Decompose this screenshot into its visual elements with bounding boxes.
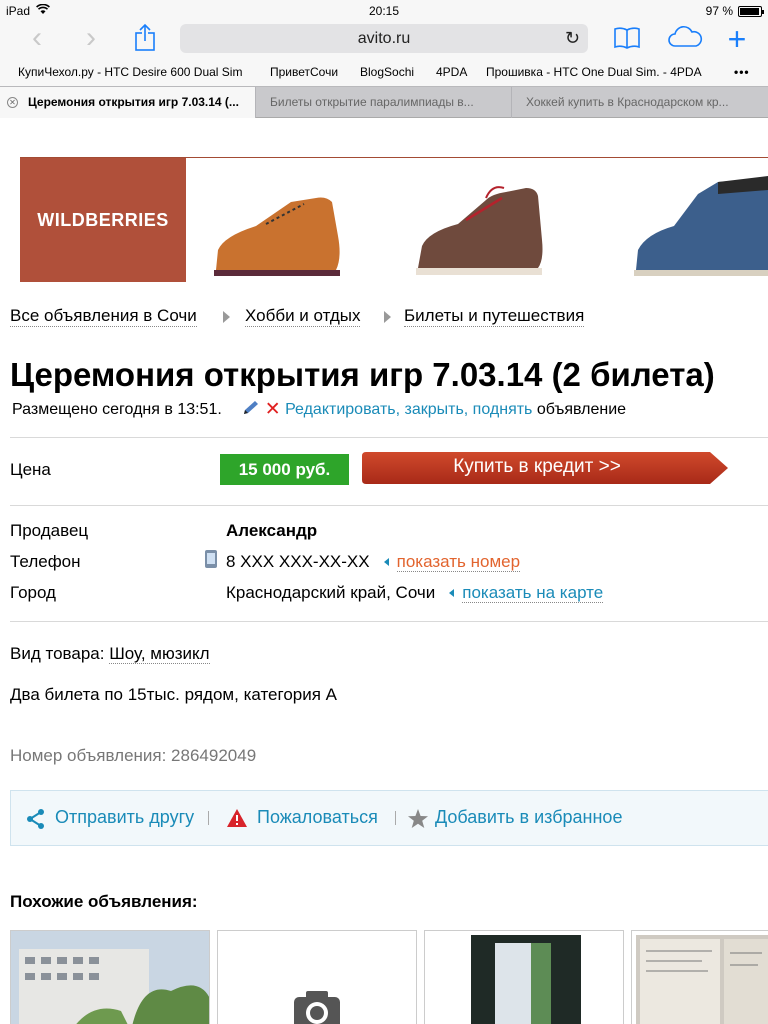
url-text: avito.ru bbox=[357, 30, 411, 47]
breadcrumb-hobby[interactable]: Хобби и отдых bbox=[245, 306, 361, 327]
icloud-tabs-icon[interactable] bbox=[666, 22, 704, 52]
breadcrumb-arrow-icon bbox=[223, 311, 230, 323]
phone-row: 8 XXX XXX-XX-XX показать номер bbox=[226, 552, 521, 572]
item-type-row: Вид товара: Шоу, мюзикл bbox=[10, 644, 210, 664]
bookmark-item[interactable]: ПриветСочи bbox=[270, 65, 338, 79]
add-to-favorites-link[interactable]: Добавить в избранное bbox=[435, 807, 622, 828]
pencil-icon bbox=[242, 400, 260, 421]
close-tab-icon[interactable]: ✕ bbox=[7, 97, 18, 108]
share-icon[interactable] bbox=[130, 22, 160, 52]
bookmark-item[interactable]: 4PDA bbox=[436, 65, 467, 79]
city-row: Краснодарский край, Сочи показать на карт… bbox=[226, 583, 604, 603]
status-time: 20:15 bbox=[368, 4, 400, 18]
buy-on-credit-button[interactable]: Купить в кредит >> bbox=[362, 452, 728, 484]
phone-number: 8 XXX XXX-XX-XX bbox=[226, 552, 370, 571]
close-icon: ✕ bbox=[264, 399, 281, 420]
posted-info: Размещено сегодня в 13:51. ✕ Редактирова… bbox=[12, 400, 626, 421]
seller-label: Продавец bbox=[10, 521, 89, 540]
triangle-left-icon bbox=[449, 588, 455, 597]
posted-date: Размещено сегодня в 13:51. bbox=[12, 401, 222, 418]
banner-shoes-image bbox=[214, 176, 768, 276]
item-type-link[interactable]: Шоу, мюзикл bbox=[109, 644, 210, 664]
show-phone-link[interactable]: показать номер bbox=[396, 552, 521, 572]
banner-brand: WILDBERRIES bbox=[20, 158, 186, 282]
bookmark-item[interactable]: BlogSochi bbox=[360, 65, 414, 79]
forward-icon[interactable]: › bbox=[76, 23, 106, 54]
divider bbox=[10, 437, 768, 438]
tab-ceremony[interactable]: ✕ Церемония открытия игр 7.03.14 (... bbox=[0, 87, 256, 118]
battery-percent: 97 % bbox=[705, 4, 733, 18]
breadcrumb-arrow-icon bbox=[384, 311, 391, 323]
seller-name: Александр bbox=[226, 521, 318, 540]
phone-icon bbox=[204, 549, 218, 574]
edit-listing-link[interactable]: Редактировать, закрыть, поднять bbox=[285, 401, 532, 418]
tickets-photo bbox=[636, 935, 768, 1024]
star-icon bbox=[407, 808, 429, 835]
tab-paralympic[interactable]: Билеты открытие паралимпиады в... bbox=[256, 87, 512, 118]
similar-listing-thumb[interactable] bbox=[10, 930, 210, 1024]
status-bar: iPad 20:15 97 % bbox=[0, 0, 768, 22]
tab-strip: ✕ Церемония открытия игр 7.03.14 (... Би… bbox=[0, 86, 768, 118]
separator bbox=[395, 811, 396, 825]
listing-actions: Отправить другу Пожаловаться Добавить в … bbox=[10, 790, 768, 846]
price-badge: 15 000 руб. bbox=[220, 454, 349, 485]
bookmarks-icon[interactable] bbox=[612, 22, 642, 52]
send-to-friend-link[interactable]: Отправить другу bbox=[55, 807, 194, 828]
credit-button-label: Купить в кредит >> bbox=[453, 456, 621, 477]
city-name: Краснодарский край, Сочи bbox=[226, 583, 436, 602]
item-type-label: Вид товара: bbox=[10, 644, 105, 663]
tab-hockey[interactable]: Хоккей купить в Краснодарском кр... bbox=[512, 87, 768, 118]
breadcrumb-all-sochi[interactable]: Все объявления в Сочи bbox=[10, 306, 197, 327]
similar-listing-thumb[interactable] bbox=[424, 930, 624, 1024]
page-title: Церемония открытия игр 7.03.14 (2 билета… bbox=[10, 356, 715, 393]
separator bbox=[208, 811, 209, 825]
price-label: Цена bbox=[10, 460, 51, 479]
warning-icon bbox=[226, 808, 248, 833]
ad-banner[interactable]: WILDBERRIES bbox=[20, 157, 768, 282]
tab-label: Церемония открытия игр 7.03.14 (... bbox=[28, 95, 239, 109]
building-photo bbox=[11, 931, 209, 1024]
bookmarks-bar: КупиЧехол.ру - HTC Desire 600 Dual Sim П… bbox=[0, 58, 768, 86]
battery-icon bbox=[738, 5, 764, 17]
reload-icon[interactable]: ↻ bbox=[565, 24, 580, 53]
tab-label: Хоккей купить в Краснодарском кр... bbox=[526, 95, 729, 109]
similar-listing-thumb[interactable] bbox=[631, 930, 768, 1024]
tab-label: Билеты открытие паралимпиады в... bbox=[270, 95, 474, 109]
address-bar[interactable]: avito.ru ↻ bbox=[180, 24, 588, 53]
new-tab-icon[interactable]: + bbox=[722, 23, 752, 55]
browser-toolbar: ‹ › avito.ru ↻ + bbox=[0, 22, 768, 58]
camera-placeholder-icon bbox=[294, 991, 340, 1024]
similar-listing-thumb[interactable] bbox=[217, 930, 417, 1024]
listing-number: Номер объявления: 286492049 bbox=[10, 746, 257, 765]
similar-listings-title: Похожие объявления: bbox=[10, 892, 198, 911]
breadcrumb-tickets[interactable]: Билеты и путешествия bbox=[404, 306, 585, 327]
bookmark-item[interactable]: КупиЧехол.ру - HTC Desire 600 Dual Sim bbox=[18, 65, 242, 79]
city-label: Город bbox=[10, 583, 56, 602]
divider bbox=[10, 505, 768, 506]
description: Два билета по 15тыс. рядом, категория А bbox=[10, 685, 338, 704]
phone-label: Телефон bbox=[10, 552, 81, 571]
report-link[interactable]: Пожаловаться bbox=[257, 807, 378, 828]
ticket-photo bbox=[471, 935, 581, 1024]
more-bookmarks-icon[interactable]: ••• bbox=[734, 65, 750, 79]
divider bbox=[10, 621, 768, 622]
bookmark-item[interactable]: Прошивка - HTC One Dual Sim. - 4PDA bbox=[486, 65, 702, 79]
edit-suffix: объявление bbox=[536, 401, 627, 418]
show-map-link[interactable]: показать на карте bbox=[462, 583, 604, 603]
triangle-left-icon bbox=[383, 557, 389, 566]
share-icon bbox=[25, 808, 47, 835]
back-icon[interactable]: ‹ bbox=[22, 23, 52, 54]
